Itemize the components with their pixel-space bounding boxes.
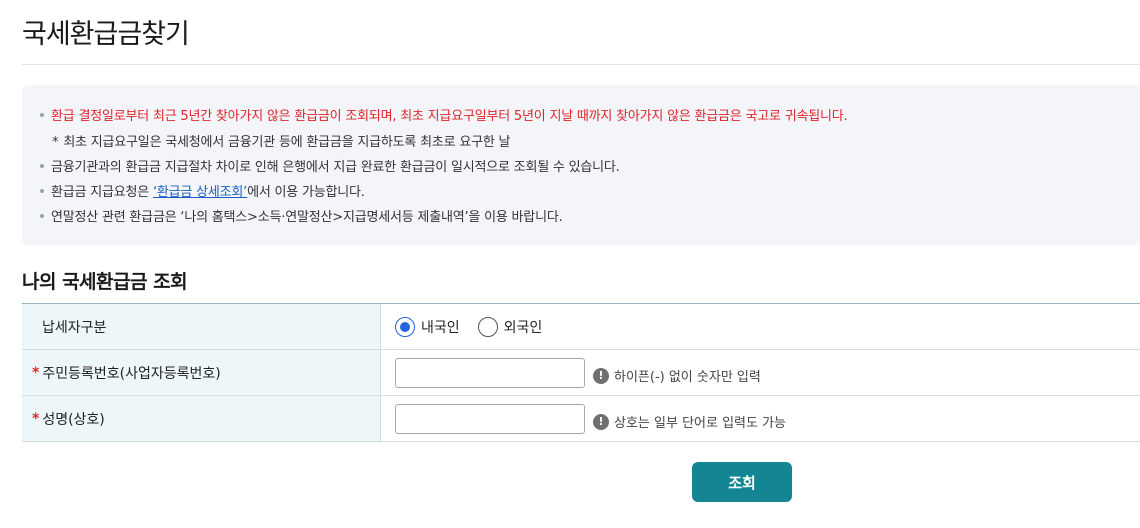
notice-item-year-end: 연말정산 관련 환급금은 ‘나의 홈택스>소득·연말정산>지급명세서등 제출내역… bbox=[40, 206, 563, 225]
notice-item-retention: 환급 결정일로부터 최근 5년간 찾아가지 않은 환급금이 조회되며, 최초 지… bbox=[40, 105, 848, 124]
notice-box: 환급 결정일로부터 최근 5년간 찾아가지 않은 환급금이 조회되며, 최초 지… bbox=[22, 85, 1140, 245]
star-marker: * bbox=[52, 135, 59, 150]
name-input[interactable] bbox=[395, 403, 585, 434]
bullet-icon bbox=[40, 112, 44, 117]
search-button[interactable]: 조회 bbox=[692, 462, 792, 502]
name-hint: ! 상호는 일부 단어로 입력도 가능 bbox=[593, 412, 786, 431]
notice-item-request: 환급금 지급요청은 ‘환급금 상세조회’에서 이용 가능합니다. bbox=[40, 181, 365, 200]
resident-number-label: * 주민등록번호(사업자등록번호) bbox=[22, 350, 381, 395]
required-marker: * bbox=[32, 364, 40, 381]
name-label: * 성명(상호) bbox=[22, 396, 381, 441]
resident-number-hint: ! 하이픈(-) 없이 숫자만 입력 bbox=[593, 366, 761, 385]
bullet-icon bbox=[40, 163, 44, 168]
resident-number-input[interactable] bbox=[395, 357, 585, 388]
radio-checked-icon[interactable] bbox=[395, 316, 415, 337]
title-divider bbox=[22, 64, 1140, 65]
form-row-resident-number: * 주민등록번호(사업자등록번호) ! 하이픈(-) 없이 숫자만 입력 bbox=[22, 350, 1140, 396]
notice-subitem-definition: * 최초 지급요구일은 국세청에서 금융기관 등에 환급금을 지급하도록 최초로 … bbox=[52, 135, 511, 150]
taxpayer-type-radio-group: 내국인 외국인 bbox=[395, 316, 542, 337]
section-title: 나의 국세환급금 조회 bbox=[22, 271, 188, 293]
radio-foreigner[interactable]: 외국인 bbox=[477, 316, 542, 337]
form-row-name: * 성명(상호) ! 상호는 일부 단어로 입력도 가능 bbox=[22, 396, 1140, 442]
bullet-icon bbox=[40, 188, 44, 193]
refund-detail-link[interactable]: ‘환급금 상세조회’ bbox=[153, 185, 247, 200]
radio-domestic[interactable]: 내국인 bbox=[395, 316, 460, 337]
taxpayer-type-value: 내국인 외국인 bbox=[381, 304, 1140, 349]
required-marker: * bbox=[32, 410, 40, 427]
notice-item-temporary: 금융기관과의 환급금 지급절차 차이로 인해 은행에서 지급 완료한 환급금이 … bbox=[40, 156, 620, 175]
resident-number-value: ! 하이픈(-) 없이 숫자만 입력 bbox=[381, 350, 1140, 395]
info-icon: ! bbox=[593, 413, 609, 430]
info-icon: ! bbox=[593, 367, 609, 384]
refund-search-form: 납세자구분 내국인 외국인 * 주민등록번호(사업자등록번호) ! 하이픈(-)… bbox=[22, 303, 1140, 442]
bullet-icon bbox=[40, 213, 44, 218]
name-value: ! 상호는 일부 단어로 입력도 가능 bbox=[381, 396, 1140, 441]
radio-unchecked-icon[interactable] bbox=[477, 316, 498, 337]
page-title: 국세환급금찾기 bbox=[22, 19, 190, 50]
taxpayer-type-label: 납세자구분 bbox=[22, 304, 381, 349]
form-row-taxpayer-type: 납세자구분 내국인 외국인 bbox=[22, 304, 1140, 350]
